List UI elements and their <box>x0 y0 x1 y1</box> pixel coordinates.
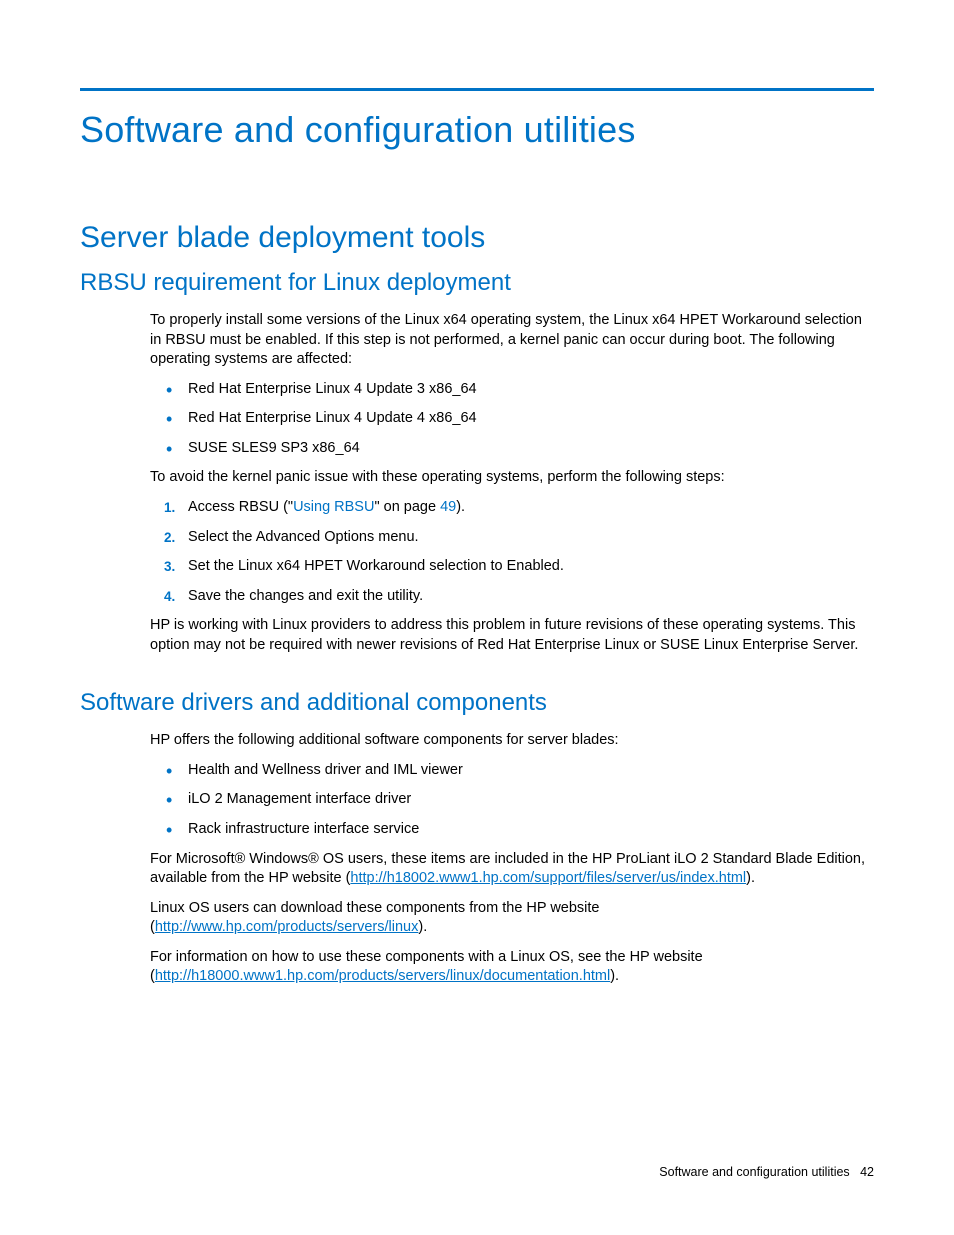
rbsu-steps-list: Access RBSU ("Using RBSU" on page 49). S… <box>150 498 874 606</box>
step-item: Select the Advanced Options menu. <box>150 528 874 548</box>
linux-info-paragraph: For information on how to use these comp… <box>150 948 874 987</box>
section-title-deployment-tools: Server blade deployment tools <box>80 221 874 255</box>
components-list: Health and Wellness driver and IML viewe… <box>150 761 874 840</box>
drivers-intro-paragraph: HP offers the following additional softw… <box>150 731 874 751</box>
subsection-title-rbsu-linux: RBSU requirement for Linux deployment <box>80 269 874 297</box>
paragraph-text: ). <box>610 968 619 984</box>
avoid-intro-paragraph: To avoid the kernel panic issue with the… <box>150 468 874 488</box>
paragraph-text: ). <box>746 870 755 886</box>
step-item: Access RBSU ("Using RBSU" on page 49). <box>150 498 874 518</box>
rbsu-body: To properly install some versions of the… <box>150 311 874 655</box>
step-text: " on page <box>374 499 440 515</box>
hp-linux-products-link[interactable]: http://www.hp.com/products/servers/linux <box>155 919 419 935</box>
step-text: Access RBSU (" <box>188 499 293 515</box>
step-item: Save the changes and exit the utility. <box>150 587 874 607</box>
rbsu-closing-paragraph: HP is working with Linux providers to ad… <box>150 616 874 655</box>
drivers-body: HP offers the following additional softw… <box>150 731 874 987</box>
cross-reference-link[interactable]: Using RBSU <box>293 499 374 515</box>
page-footer: Software and configuration utilities 42 <box>659 1165 874 1179</box>
linux-download-paragraph: Linux OS users can download these compon… <box>150 899 874 938</box>
list-item: Rack infrastructure interface service <box>150 820 874 840</box>
footer-label: Software and configuration utilities <box>659 1165 849 1179</box>
rbsu-intro-paragraph: To properly install some versions of the… <box>150 311 874 370</box>
hp-linux-docs-link[interactable]: http://h18000.www1.hp.com/products/serve… <box>155 968 610 984</box>
list-item: SUSE SLES9 SP3 x86_64 <box>150 439 874 459</box>
list-item: Red Hat Enterprise Linux 4 Update 4 x86_… <box>150 409 874 429</box>
list-item: Red Hat Enterprise Linux 4 Update 3 x86_… <box>150 380 874 400</box>
list-item: Health and Wellness driver and IML viewe… <box>150 761 874 781</box>
document-page: Software and configuration utilities Ser… <box>0 0 954 1235</box>
footer-page-number: 42 <box>860 1165 874 1179</box>
subsection-title-software-drivers: Software drivers and additional componen… <box>80 689 874 717</box>
hp-support-link[interactable]: http://h18002.www1.hp.com/support/files/… <box>350 870 746 886</box>
ms-windows-paragraph: For Microsoft® Windows® OS users, these … <box>150 850 874 889</box>
step-text: ). <box>456 499 465 515</box>
chapter-title: Software and configuration utilities <box>80 109 874 151</box>
cross-reference-page[interactable]: 49 <box>440 499 456 515</box>
top-rule <box>80 88 874 91</box>
step-item: Set the Linux x64 HPET Workaround select… <box>150 557 874 577</box>
affected-os-list: Red Hat Enterprise Linux 4 Update 3 x86_… <box>150 380 874 459</box>
list-item: iLO 2 Management interface driver <box>150 790 874 810</box>
paragraph-text: ). <box>418 919 427 935</box>
